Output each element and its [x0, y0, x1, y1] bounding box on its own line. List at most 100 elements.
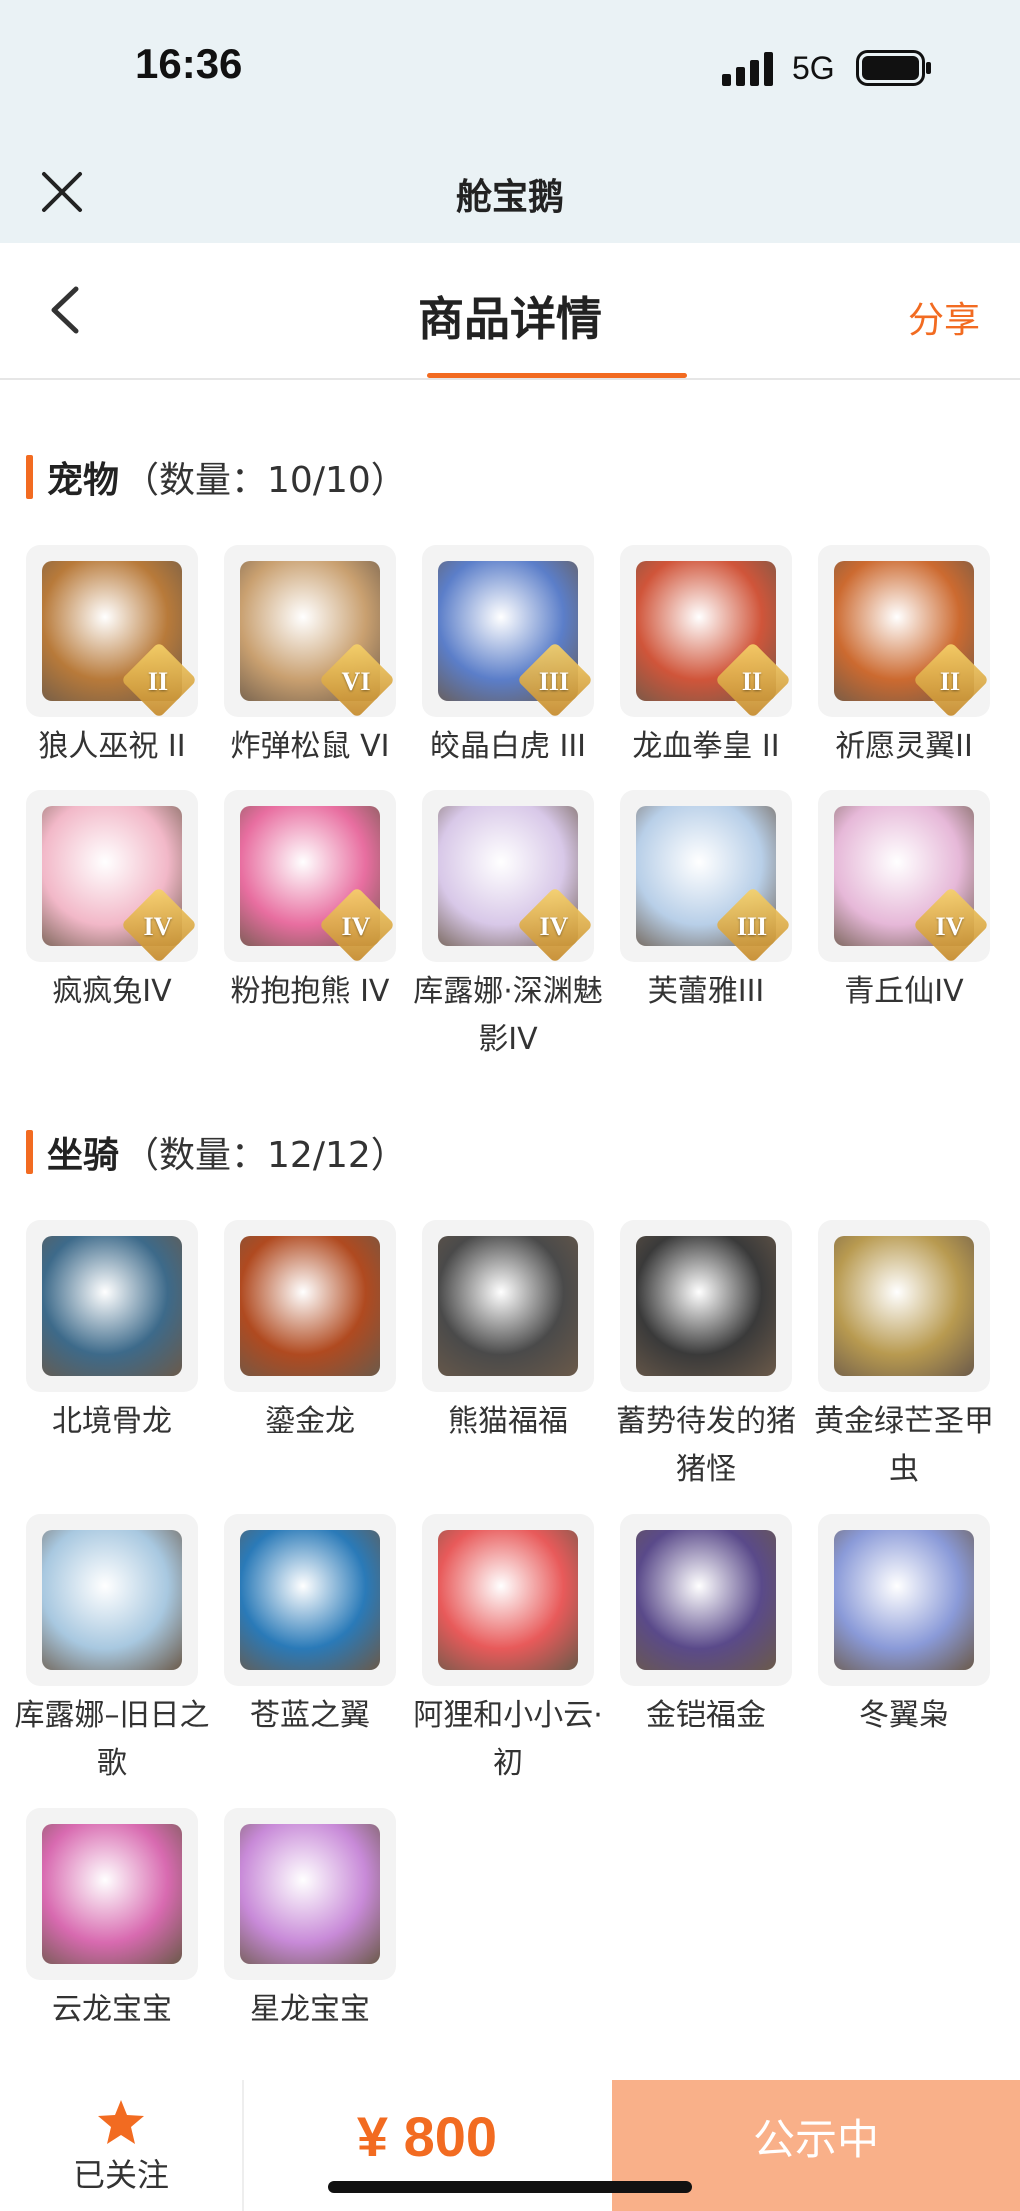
grid-item[interactable]: 库露娜–旧日之歌: [15, 1514, 210, 1788]
item-name: 阿狸和小小云·初: [413, 1698, 603, 1781]
item-thumbnail: III: [422, 545, 594, 717]
item-name: 皎晶白虎 III: [429, 729, 587, 764]
item-thumbnail: [620, 1514, 792, 1686]
item-thumbnail: IV: [818, 790, 990, 962]
item-thumbnail: [26, 1220, 198, 1392]
item-thumbnail: [620, 1220, 792, 1392]
grid-item[interactable]: 金铠福金: [620, 1514, 792, 1740]
grid-item[interactable]: II 龙血拳皇 II: [620, 545, 792, 771]
item-name: 芙蕾雅III: [647, 974, 765, 1009]
grid-item[interactable]: VI 炸弹松鼠 VI: [224, 545, 396, 771]
grade-label: IV: [539, 912, 569, 941]
grid-item[interactable]: III 芙蕾雅III: [620, 790, 792, 1016]
item-thumbnail: II: [26, 545, 198, 717]
grid-item[interactable]: III 皎晶白虎 III: [422, 545, 594, 771]
grid-item[interactable]: IV 青丘仙IV: [818, 790, 990, 1016]
network-type: 5G: [792, 50, 835, 86]
grade-label: VI: [341, 667, 371, 696]
item-thumbnail: [224, 1514, 396, 1686]
share-button[interactable]: 分享: [908, 291, 980, 343]
grid-item[interactable]: 熊猫福福: [422, 1220, 594, 1446]
item-thumbnail: [26, 1514, 198, 1686]
section-name: 宠物: [47, 460, 120, 501]
item-thumbnail: [422, 1220, 594, 1392]
item-name: 炸弹松鼠 VI: [230, 729, 390, 764]
item-name: 北境骨龙: [52, 1404, 172, 1439]
item-name: 鎏金龙: [265, 1404, 355, 1439]
item-artwork: [42, 1824, 182, 1964]
grid-item[interactable]: II 狼人巫祝 II: [26, 545, 198, 771]
grade-label: II: [939, 667, 961, 696]
grid-item[interactable]: 星龙宝宝: [224, 1808, 396, 2034]
item-thumbnail: IV: [422, 790, 594, 962]
item-name: 青丘仙IV: [844, 974, 964, 1009]
item-name: 苍蓝之翼: [250, 1698, 370, 1733]
item-thumbnail: IV: [26, 790, 198, 962]
star-icon: [98, 2100, 144, 2144]
grade-label: II: [741, 667, 763, 696]
item-name: 蓄势待发的猪猪怪: [616, 1404, 796, 1487]
title-underline: [427, 373, 687, 378]
grid-item[interactable]: 北境骨龙: [26, 1220, 198, 1446]
item-artwork: [42, 1530, 182, 1670]
grid-item[interactable]: 黄金绿芒圣甲虫: [814, 1220, 994, 1494]
item-name: 祈愿灵翼II: [835, 729, 973, 764]
item-thumbnail: [818, 1514, 990, 1686]
item-name: 疯疯兔IV: [52, 974, 172, 1009]
grid-item[interactable]: 冬翼枭: [818, 1514, 990, 1740]
item-artwork: [834, 1530, 974, 1670]
item-artwork: [438, 1530, 578, 1670]
item-name: 库露娜–旧日之歌: [14, 1698, 210, 1781]
item-artwork: [240, 1824, 380, 1964]
page-title: 商品详情: [418, 292, 602, 346]
item-thumbnail: [26, 1808, 198, 1980]
item-thumbnail: II: [620, 545, 792, 717]
item-name: 狼人巫祝 II: [38, 729, 186, 764]
item-name: 冬翼枭: [859, 1698, 949, 1733]
item-name: 粉抱抱熊 IV: [230, 974, 390, 1009]
item-artwork: [438, 1236, 578, 1376]
item-artwork: [636, 1530, 776, 1670]
grid-item[interactable]: 鎏金龙: [224, 1220, 396, 1446]
item-artwork: [240, 1530, 380, 1670]
item-thumbnail: [422, 1514, 594, 1686]
follow-button[interactable]: 已关注: [0, 2080, 244, 2211]
item-thumbnail: IV: [224, 790, 396, 962]
price: ¥ 800: [356, 2105, 498, 2168]
section-marker: [26, 1130, 33, 1174]
item-name: 金铠福金: [646, 1698, 766, 1733]
signal-icon: [722, 52, 773, 86]
item-name: 星龙宝宝: [250, 1992, 370, 2027]
grid-item[interactable]: 苍蓝之翼: [224, 1514, 396, 1740]
grid-item[interactable]: 蓄势待发的猪猪怪: [616, 1220, 796, 1494]
battery-icon: [856, 50, 931, 86]
grid-item[interactable]: IV 粉抱抱熊 IV: [224, 790, 396, 1016]
grade-label: II: [147, 667, 169, 696]
item-name: 库露娜·深渊魅影IV: [413, 974, 603, 1057]
item-artwork: [834, 1236, 974, 1376]
section-title-mounts: 坐骑 （数量：12/12）: [26, 1129, 407, 1176]
section-marker: [26, 455, 33, 499]
grade-label: IV: [935, 912, 965, 941]
item-thumbnail: VI: [224, 545, 396, 717]
page-nav: 商品详情 分享: [0, 243, 1020, 380]
grade-label: III: [538, 667, 570, 696]
item-thumbnail: [224, 1220, 396, 1392]
item-thumbnail: [818, 1220, 990, 1392]
grid-item[interactable]: IV 库露娜·深渊魅影IV: [413, 790, 603, 1064]
grid-item[interactable]: II 祈愿灵翼II: [818, 545, 990, 771]
item-thumbnail: III: [620, 790, 792, 962]
grade-label: IV: [341, 912, 371, 941]
home-indicator[interactable]: [328, 2181, 692, 2193]
item-thumbnail: [224, 1808, 396, 1980]
grid-item[interactable]: IV 疯疯兔IV: [26, 790, 198, 1016]
item-name: 云龙宝宝: [52, 1992, 172, 2027]
grid-item[interactable]: 云龙宝宝: [26, 1808, 198, 2034]
item-artwork: [42, 1236, 182, 1376]
clock: 16:36: [135, 40, 243, 87]
grade-label: III: [736, 912, 768, 941]
section-count: （数量：12/12）: [123, 1135, 407, 1176]
grid-item[interactable]: 阿狸和小小云·初: [413, 1514, 603, 1788]
item-thumbnail: II: [818, 545, 990, 717]
follow-label: 已关注: [72, 2156, 169, 2194]
